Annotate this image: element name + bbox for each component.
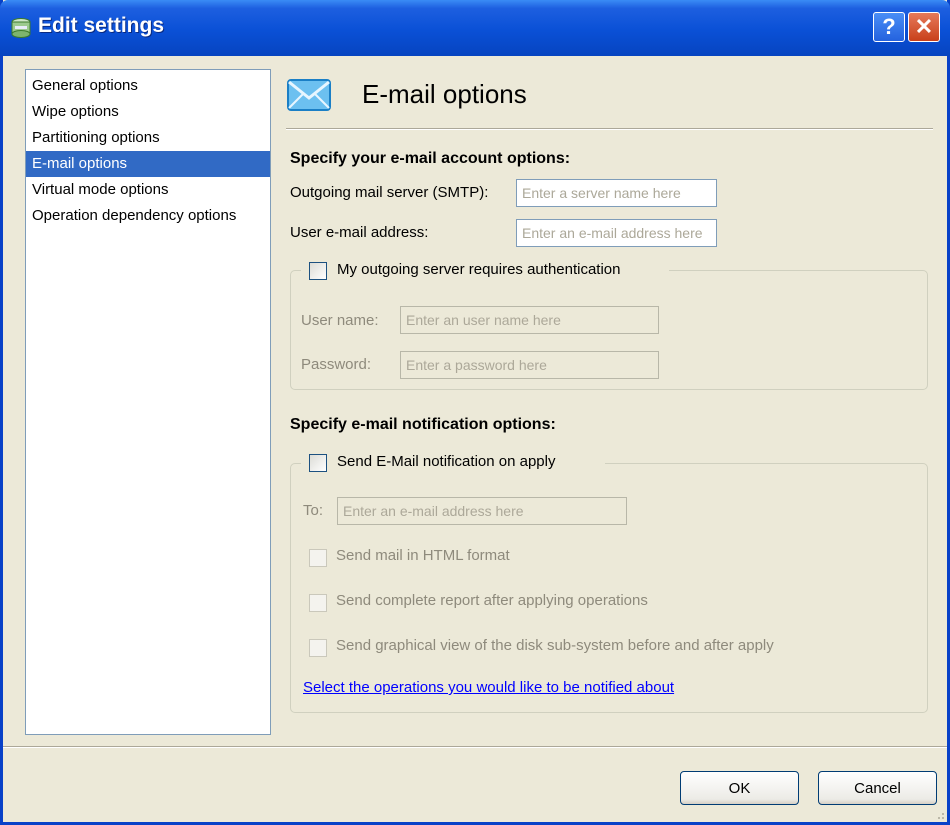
envelope-icon [287,79,331,111]
complete-report-label: Send complete report after applying oper… [336,592,648,609]
select-operations-link[interactable]: Select the operations you would like to … [303,679,674,696]
html-format-label: Send mail in HTML format [336,547,510,564]
window-title: Edit settings [38,14,165,37]
notification-legend: Send E-Mail notification on apply [301,451,605,475]
send-notification-checkbox[interactable] [309,454,327,472]
cancel-button[interactable]: Cancel [818,771,937,805]
nav-item-operation-dependency[interactable]: Operation dependency options [26,203,270,229]
app-icon [11,18,31,38]
ok-button[interactable]: OK [680,771,799,805]
page-title: E-mail options [362,79,527,109]
auth-checkbox-label: My outgoing server requires authenticati… [337,261,621,278]
complete-report-checkbox[interactable] [309,594,327,612]
close-button[interactable]: ✕ [908,12,940,42]
help-button[interactable]: ? [873,12,905,42]
to-address-input[interactable] [337,497,627,525]
graphical-view-checkbox[interactable] [309,639,327,657]
settings-nav-list: General options Wipe options Partitionin… [25,69,271,735]
nav-item-email[interactable]: E-mail options [26,151,270,177]
password-input[interactable] [400,351,659,379]
smtp-server-input[interactable] [516,179,717,207]
edit-settings-dialog: Edit settings ? ✕ General options Wipe o… [0,0,950,825]
authentication-legend: My outgoing server requires authenticati… [301,259,669,283]
password-label: Password: [301,356,372,373]
email-label: User e-mail address: [290,224,429,241]
header-divider [286,128,933,130]
title-bar[interactable]: Edit settings ? ✕ [0,0,950,56]
auth-checkbox[interactable] [309,262,327,280]
html-format-checkbox[interactable] [309,549,327,567]
account-section-heading: Specify your e-mail account options: [290,150,571,167]
nav-item-partitioning[interactable]: Partitioning options [26,125,270,151]
to-label: To: [303,502,324,519]
email-address-input[interactable] [516,219,717,247]
smtp-label: Outgoing mail server (SMTP): [290,184,489,201]
username-input[interactable] [400,306,659,334]
nav-item-virtual-mode[interactable]: Virtual mode options [26,177,270,203]
resize-grip-icon[interactable] [935,810,945,820]
footer-divider [3,746,947,748]
nav-item-general[interactable]: General options [26,73,270,99]
graphical-view-label: Send graphical view of the disk sub-syst… [336,637,774,654]
send-notification-label: Send E-Mail notification on apply [337,453,556,470]
username-label: User name: [301,312,379,329]
notification-section-heading: Specify e-mail notification options: [290,416,556,433]
nav-item-wipe[interactable]: Wipe options [26,99,270,125]
